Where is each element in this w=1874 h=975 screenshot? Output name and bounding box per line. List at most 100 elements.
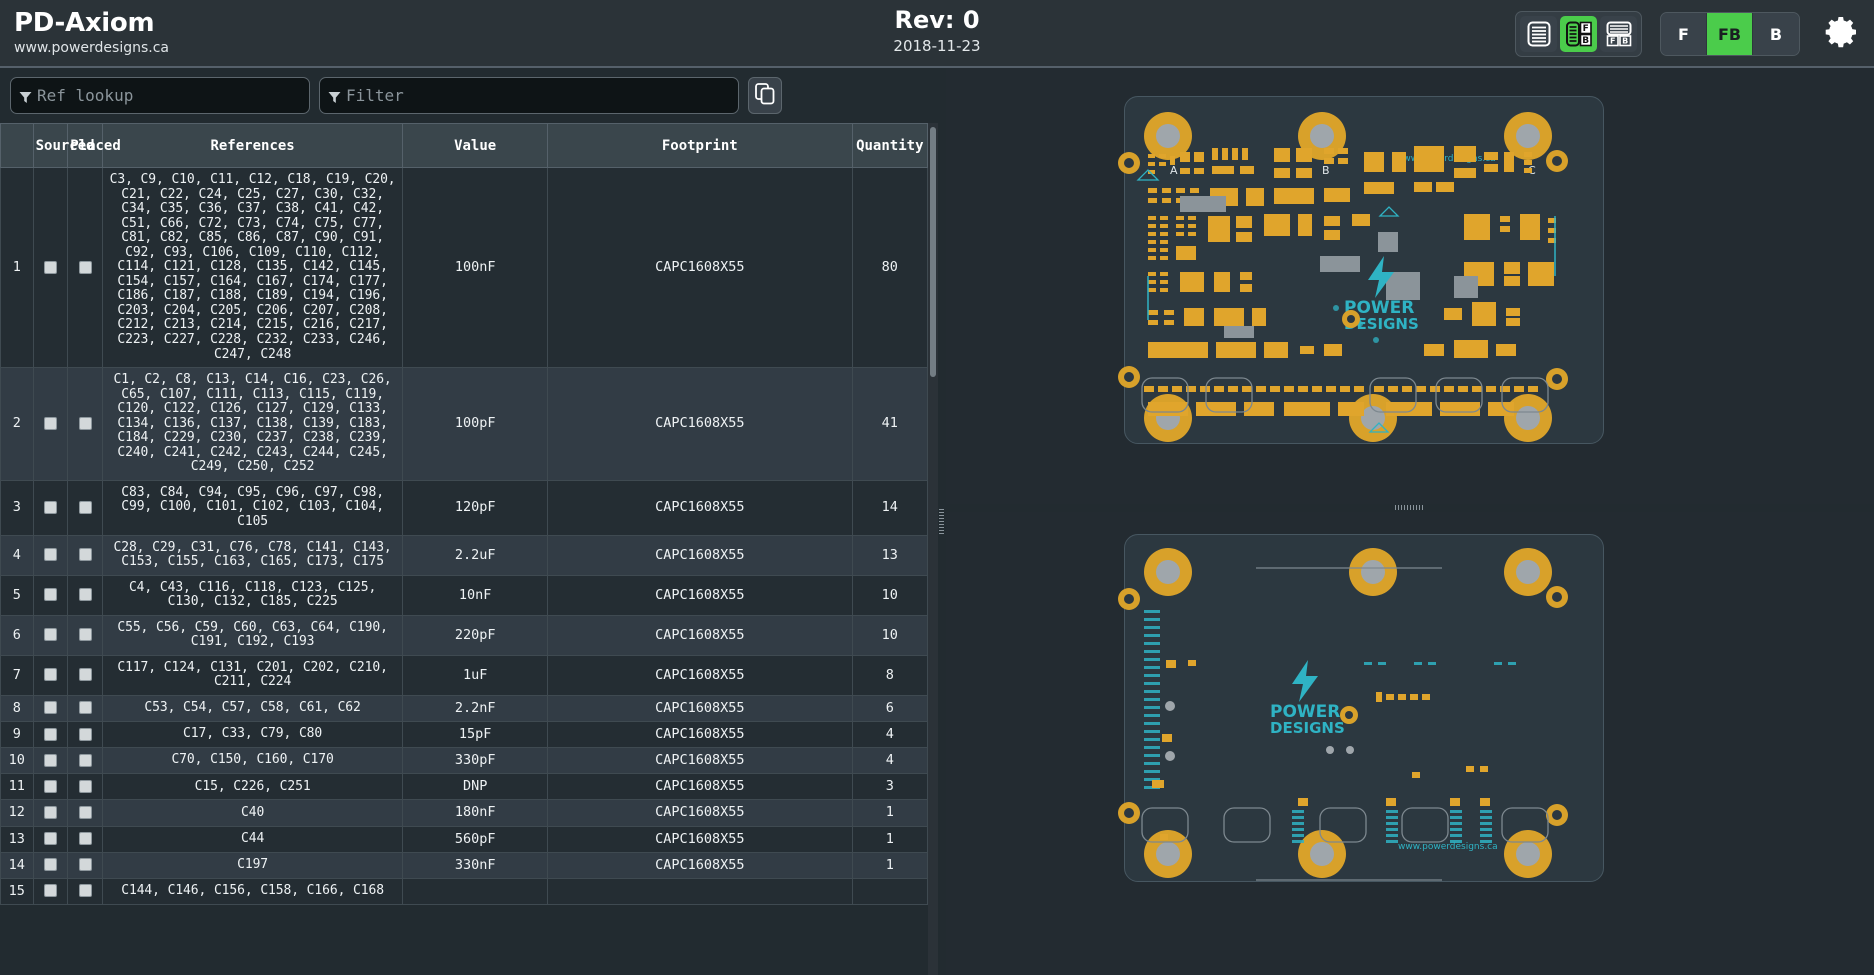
placed-checkbox-cell[interactable] xyxy=(68,695,103,721)
table-row[interactable]: 8C53, C54, C57, C58, C61, C622.2nFCAPC16… xyxy=(1,695,928,721)
sourced-checkbox-cell[interactable] xyxy=(33,575,68,615)
placed-checkbox[interactable] xyxy=(79,728,92,741)
placed-checkbox-cell[interactable] xyxy=(68,575,103,615)
bom-scrollbar-thumb[interactable] xyxy=(930,127,936,377)
placed-checkbox-cell[interactable] xyxy=(68,535,103,575)
table-row[interactable]: 12C40180nFCAPC1608X551 xyxy=(1,800,928,826)
ref-lookup-field[interactable] xyxy=(10,77,310,114)
col-header-index[interactable] xyxy=(1,124,34,168)
vertical-splitter[interactable] xyxy=(938,68,946,975)
sourced-checkbox[interactable] xyxy=(44,588,57,601)
table-row[interactable]: 10C70, C150, C160, C170330pFCAPC1608X554 xyxy=(1,748,928,774)
col-header-placed[interactable]: Placed xyxy=(68,124,103,168)
sourced-checkbox[interactable] xyxy=(44,417,57,430)
layout-list-over-boards-button[interactable]: F B xyxy=(1600,16,1637,52)
placed-checkbox-cell[interactable] xyxy=(68,852,103,878)
placed-checkbox[interactable] xyxy=(79,858,92,871)
table-row[interactable]: 15C144, C146, C156, C158, C166, C168 xyxy=(1,878,928,904)
sourced-checkbox[interactable] xyxy=(44,668,57,681)
sourced-checkbox[interactable] xyxy=(44,806,57,819)
sourced-checkbox[interactable] xyxy=(44,780,57,793)
sourced-checkbox-cell[interactable] xyxy=(33,800,68,826)
placed-checkbox-cell[interactable] xyxy=(68,615,103,655)
placed-checkbox[interactable] xyxy=(79,701,92,714)
sourced-checkbox-cell[interactable] xyxy=(33,535,68,575)
sourced-checkbox-cell[interactable] xyxy=(33,826,68,852)
sourced-checkbox-cell[interactable] xyxy=(33,615,68,655)
table-row[interactable]: 14C197330nFCAPC1608X551 xyxy=(1,852,928,878)
col-header-sourced[interactable]: Sourced xyxy=(33,124,68,168)
col-header-references[interactable]: References xyxy=(102,124,403,168)
table-row[interactable]: 1C3, C9, C10, C11, C12, C18, C19, C20, C… xyxy=(1,168,928,368)
sourced-checkbox[interactable] xyxy=(44,628,57,641)
col-header-value[interactable]: Value xyxy=(403,124,548,168)
ref-lookup-input[interactable] xyxy=(37,86,301,105)
placed-checkbox-cell[interactable] xyxy=(68,774,103,800)
sourced-checkbox-cell[interactable] xyxy=(33,480,68,535)
back-board-view[interactable]: www.powerdesigns.ca xyxy=(946,512,1874,975)
sourced-checkbox-cell[interactable] xyxy=(33,774,68,800)
filter-input[interactable] xyxy=(346,86,730,105)
sourced-checkbox[interactable] xyxy=(44,728,57,741)
table-row[interactable]: 2C1, C2, C8, C13, C14, C16, C23, C26, C6… xyxy=(1,368,928,481)
placed-checkbox-cell[interactable] xyxy=(68,368,103,481)
table-row[interactable]: 7C117, C124, C131, C201, C202, C210, C21… xyxy=(1,655,928,695)
placed-checkbox[interactable] xyxy=(79,754,92,767)
filter-field[interactable] xyxy=(319,77,739,114)
placed-checkbox[interactable] xyxy=(79,780,92,793)
placed-checkbox-cell[interactable] xyxy=(68,826,103,852)
placed-checkbox[interactable] xyxy=(79,628,92,641)
sourced-checkbox-cell[interactable] xyxy=(33,722,68,748)
table-row[interactable]: 13C44560pFCAPC1608X551 xyxy=(1,826,928,852)
placed-checkbox-cell[interactable] xyxy=(68,655,103,695)
layout-list-only-button[interactable] xyxy=(1520,16,1557,52)
sourced-checkbox-cell[interactable] xyxy=(33,695,68,721)
sourced-checkbox[interactable] xyxy=(44,548,57,561)
sourced-checkbox-cell[interactable] xyxy=(33,655,68,695)
placed-checkbox-cell[interactable] xyxy=(68,748,103,774)
placed-checkbox[interactable] xyxy=(79,417,92,430)
settings-button[interactable] xyxy=(1820,10,1864,58)
front-board-view[interactable]: A B C www.powerdesigns.ca xyxy=(946,68,1874,504)
sourced-checkbox[interactable] xyxy=(44,832,57,845)
placed-checkbox[interactable] xyxy=(79,501,92,514)
sourced-checkbox-cell[interactable] xyxy=(33,878,68,904)
front-back-view-button[interactable]: FB xyxy=(1707,13,1753,55)
table-row[interactable]: 5C4, C43, C116, C118, C123, C125, C130, … xyxy=(1,575,928,615)
table-row[interactable]: 11C15, C226, C251DNPCAPC1608X553 xyxy=(1,774,928,800)
placed-checkbox[interactable] xyxy=(79,261,92,274)
sourced-checkbox-cell[interactable] xyxy=(33,168,68,368)
sourced-checkbox[interactable] xyxy=(44,754,57,767)
placed-checkbox-cell[interactable] xyxy=(68,722,103,748)
layout-list-and-boards-button[interactable]: F B xyxy=(1560,16,1597,52)
sourced-checkbox[interactable] xyxy=(44,501,57,514)
sourced-checkbox[interactable] xyxy=(44,701,57,714)
placed-checkbox[interactable] xyxy=(79,588,92,601)
placed-checkbox[interactable] xyxy=(79,806,92,819)
sourced-checkbox[interactable] xyxy=(44,261,57,274)
placed-checkbox[interactable] xyxy=(79,668,92,681)
placed-checkbox-cell[interactable] xyxy=(68,878,103,904)
back-view-button[interactable]: B xyxy=(1753,13,1799,55)
sourced-checkbox[interactable] xyxy=(44,858,57,871)
bom-scrollbar[interactable] xyxy=(928,123,938,975)
placed-checkbox[interactable] xyxy=(79,832,92,845)
sourced-checkbox-cell[interactable] xyxy=(33,852,68,878)
placed-checkbox[interactable] xyxy=(79,884,92,897)
sourced-checkbox-cell[interactable] xyxy=(33,748,68,774)
copy-to-clipboard-button[interactable] xyxy=(748,77,782,114)
placed-checkbox-cell[interactable] xyxy=(68,480,103,535)
placed-checkbox-cell[interactable] xyxy=(68,800,103,826)
table-row[interactable]: 4C28, C29, C31, C76, C78, C141, C143, C1… xyxy=(1,535,928,575)
table-row[interactable]: 6C55, C56, C59, C60, C63, C64, C190, C19… xyxy=(1,615,928,655)
table-row[interactable]: 9C17, C33, C79, C8015pFCAPC1608X554 xyxy=(1,722,928,748)
horizontal-splitter[interactable] xyxy=(946,504,1874,512)
placed-checkbox-cell[interactable] xyxy=(68,168,103,368)
sourced-checkbox[interactable] xyxy=(44,884,57,897)
col-header-footprint[interactable]: Footprint xyxy=(547,124,852,168)
table-row[interactable]: 3C83, C84, C94, C95, C96, C97, C98, C99,… xyxy=(1,480,928,535)
front-view-button[interactable]: F xyxy=(1661,13,1707,55)
col-header-quantity[interactable]: Quantity xyxy=(852,124,927,168)
placed-checkbox[interactable] xyxy=(79,548,92,561)
sourced-checkbox-cell[interactable] xyxy=(33,368,68,481)
